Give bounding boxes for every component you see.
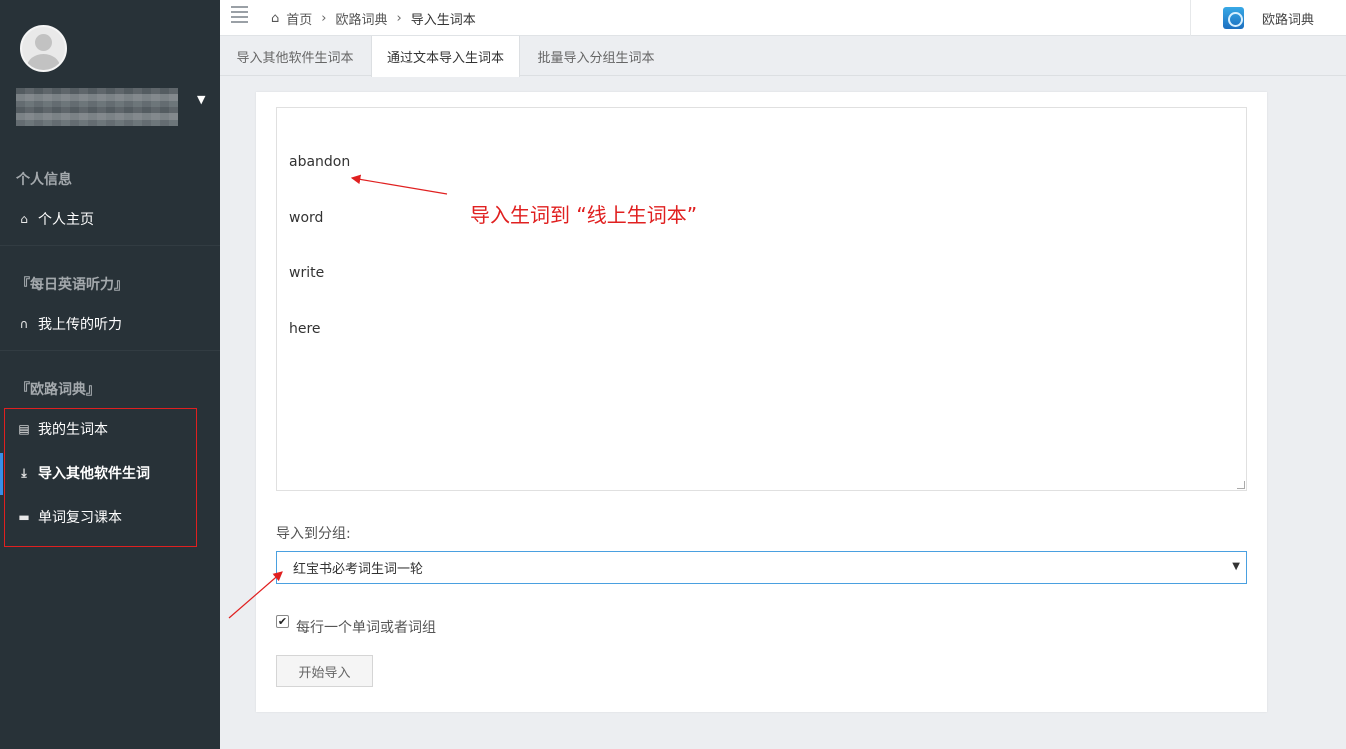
section-daily-listening: 『每日英语听力』: [16, 277, 128, 293]
username-pixelated[interactable]: [16, 88, 178, 126]
home-icon[interactable]: ⌂: [271, 11, 279, 26]
sidebar: ▼ 个人信息 ⌂ 个人主页 『每日英语听力』 ∩ 我上传的听力 『欧路词典』 ▤…: [0, 0, 220, 749]
one-per-line-checkbox[interactable]: ✔: [276, 615, 289, 628]
breadcrumb-eudic[interactable]: 欧路词典: [335, 9, 387, 28]
words-textarea[interactable]: abandon word write here: [276, 107, 1247, 491]
annotation-highlight-box: [4, 408, 197, 547]
caret-down-icon[interactable]: ▼: [197, 93, 205, 106]
home-icon: ⌂: [20, 212, 28, 226]
word-line: word: [289, 209, 324, 226]
resize-handle-icon[interactable]: [1237, 481, 1245, 489]
one-per-line-label[interactable]: 每行一个单词或者词组: [296, 617, 436, 637]
eudic-app-label: 欧路词典: [1262, 12, 1315, 28]
group-label: 导入到分组:: [276, 526, 351, 542]
sidebar-item-my-listening[interactable]: ∩ 我上传的听力: [0, 304, 220, 344]
eudic-logo-icon: [1223, 7, 1244, 29]
section-personal-info: 个人信息: [16, 172, 72, 188]
group-select[interactable]: 红宝书必考词生词一轮 ▼: [276, 551, 1247, 584]
word-line: abandon: [289, 154, 351, 170]
headphones-icon: ∩: [19, 317, 29, 331]
menu-toggle-icon[interactable]: [231, 6, 248, 23]
breadcrumb-home[interactable]: 首页: [286, 9, 312, 28]
tab-import-other-software[interactable]: 导入其他软件生词本: [220, 36, 370, 76]
breadcrumb: ⌂ 首页 › 欧路词典 › 导入生词本: [271, 0, 476, 36]
sidebar-item-homepage[interactable]: ⌂ 个人主页: [0, 199, 220, 239]
chevron-right-icon: ›: [321, 10, 327, 26]
breadcrumb-current: 导入生词本: [410, 12, 476, 28]
eudic-app-link[interactable]: 欧路词典: [1190, 0, 1346, 36]
start-import-button[interactable]: 开始导入: [276, 655, 373, 687]
word-line: here: [289, 320, 321, 337]
word-line: write: [289, 265, 325, 281]
annotation-text: 导入生词到 “线上生词本”: [470, 203, 698, 227]
sidebar-item-label: 个人主页: [38, 212, 94, 228]
tab-bar: 导入其他软件生词本 通过文本导入生词本 批量导入分组生词本: [220, 36, 1346, 77]
chevron-right-icon: ›: [396, 10, 402, 26]
top-bar: ⌂ 首页 › 欧路词典 › 导入生词本 欧路词典: [220, 0, 1346, 36]
user-avatar[interactable]: [20, 25, 67, 72]
sidebar-item-label: 我上传的听力: [38, 317, 122, 333]
caret-down-icon: ▼: [1232, 561, 1240, 572]
group-select-value: 红宝书必考词生词一轮: [293, 562, 424, 577]
section-eudic: 『欧路词典』: [16, 382, 100, 398]
tab-batch-import-groups[interactable]: 批量导入分组生词本: [520, 36, 672, 76]
tab-import-by-text[interactable]: 通过文本导入生词本: [371, 36, 520, 77]
